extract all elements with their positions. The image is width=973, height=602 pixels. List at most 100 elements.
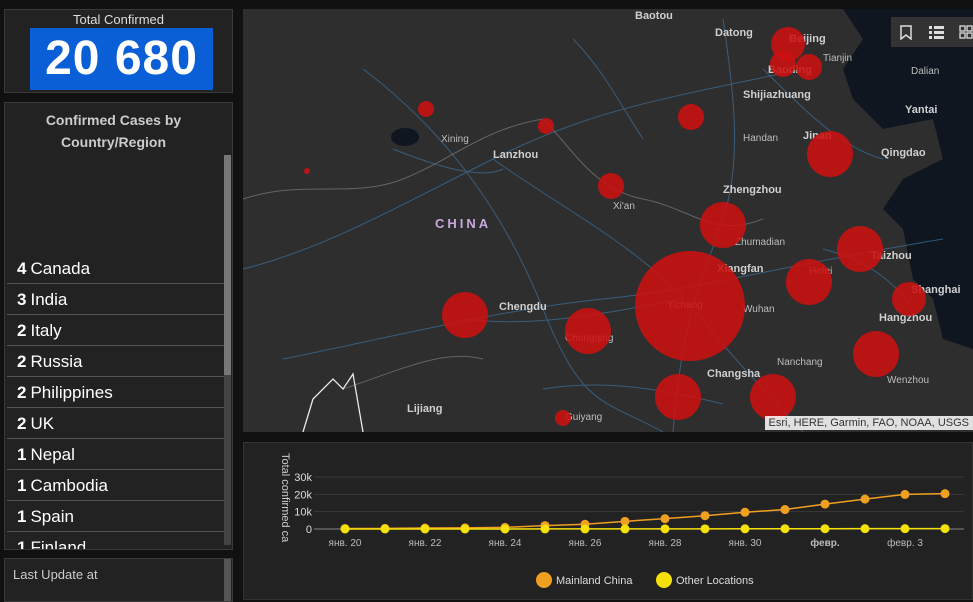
- data-point[interactable]: [941, 524, 950, 533]
- legend-marker[interactable]: [656, 572, 672, 588]
- country-row[interactable]: 2UK: [7, 408, 225, 439]
- country-name: Cambodia: [30, 476, 108, 495]
- y-tick-label: 30k: [294, 472, 312, 484]
- data-point[interactable]: [581, 524, 590, 533]
- data-point[interactable]: [821, 500, 830, 509]
- data-point[interactable]: [741, 524, 750, 533]
- cases-chart: 010k20k30kTotal confirmed caянв. 20янв. …: [244, 443, 973, 601]
- svg-text:Xi'an: Xi'an: [613, 201, 635, 212]
- data-point[interactable]: [661, 524, 670, 533]
- data-point[interactable]: [621, 524, 630, 533]
- svg-text:Nanchang: Nanchang: [777, 357, 823, 368]
- grid-icon[interactable]: [951, 17, 973, 47]
- series-line: [345, 494, 945, 529]
- data-point[interactable]: [541, 524, 550, 533]
- data-point[interactable]: [781, 505, 790, 514]
- case-circle: [565, 308, 611, 354]
- data-point[interactable]: [421, 524, 430, 533]
- country-row[interactable]: 4Canada: [7, 253, 225, 284]
- x-tick-label: янв. 26: [569, 538, 602, 549]
- x-tick-label: февр. 3: [887, 537, 923, 549]
- y-axis-label: Total confirmed ca: [279, 453, 291, 543]
- data-point[interactable]: [901, 490, 910, 499]
- cases-chart-panel: 010k20k30kTotal confirmed caянв. 20янв. …: [243, 442, 973, 600]
- data-point[interactable]: [381, 524, 390, 533]
- case-circle: [892, 282, 926, 316]
- svg-text:Wuhan: Wuhan: [743, 304, 775, 315]
- svg-text:Chengdu: Chengdu: [499, 301, 547, 313]
- last-update-label: Last Update at: [13, 567, 98, 582]
- case-circle: [678, 104, 704, 130]
- bookmark-icon[interactable]: [891, 17, 921, 47]
- case-circle: [304, 168, 310, 174]
- data-point[interactable]: [701, 524, 710, 533]
- svg-text:Yantai: Yantai: [905, 104, 937, 116]
- case-circle: [807, 131, 853, 177]
- case-circle: [700, 202, 746, 248]
- data-point[interactable]: [821, 524, 830, 533]
- country-count: 4: [17, 259, 26, 278]
- country-list-title: Confirmed Cases by Country/Region: [5, 109, 222, 153]
- country-count: 2: [17, 352, 26, 371]
- map-attribution[interactable]: Esri, HERE, Garmin, FAO, NOAA, USGS: [765, 416, 973, 430]
- country-name: Philippines: [30, 383, 112, 402]
- case-circle: [598, 173, 624, 199]
- svg-text:Lanzhou: Lanzhou: [493, 149, 538, 161]
- svg-text:Datong: Datong: [715, 27, 753, 39]
- data-point[interactable]: [661, 514, 670, 523]
- svg-text:Tianjin: Tianjin: [823, 53, 852, 64]
- data-point[interactable]: [861, 495, 870, 504]
- country-name: Russia: [30, 352, 82, 371]
- total-confirmed-title: Total Confirmed: [5, 12, 232, 27]
- country-list-title-line1: Confirmed Cases by: [46, 112, 181, 128]
- data-point[interactable]: [741, 508, 750, 517]
- country-name: India: [30, 290, 67, 309]
- x-tick-label: янв. 30: [729, 538, 762, 549]
- legend-label[interactable]: Mainland China: [556, 575, 633, 587]
- data-point[interactable]: [901, 524, 910, 533]
- data-point[interactable]: [941, 489, 950, 498]
- country-name: Spain: [30, 507, 73, 526]
- map-canvas[interactable]: Baotou Datong Beijing Baoding Shijiazhua…: [243, 9, 973, 432]
- svg-text:Changsha: Changsha: [707, 368, 761, 380]
- svg-text:Zhumadian: Zhumadian: [735, 237, 785, 248]
- total-confirmed-panel: Total Confirmed 20 680: [4, 9, 233, 93]
- svg-text:Handan: Handan: [743, 133, 778, 144]
- country-count: 1: [17, 507, 26, 526]
- svg-text:Lijiang: Lijiang: [407, 403, 442, 415]
- y-tick-label: 10k: [294, 507, 312, 519]
- country-row[interactable]: 1Nepal: [7, 439, 225, 470]
- lake: [391, 128, 419, 146]
- svg-text:Shijiazhuang: Shijiazhuang: [743, 89, 811, 101]
- data-point[interactable]: [341, 524, 350, 533]
- data-point[interactable]: [461, 524, 470, 533]
- map-view[interactable]: Baotou Datong Beijing Baoding Shijiazhua…: [243, 9, 973, 432]
- svg-text:Baotou: Baotou: [635, 10, 673, 22]
- country-row[interactable]: 1Finland: [7, 532, 225, 550]
- x-tick-label: янв. 24: [489, 538, 522, 549]
- country-count: 2: [17, 414, 26, 433]
- svg-text:Wenzhou: Wenzhou: [887, 375, 929, 386]
- country-row[interactable]: 3India: [7, 284, 225, 315]
- case-circle: [786, 259, 832, 305]
- list-scrollbar-thumb[interactable]: [224, 155, 231, 375]
- data-point[interactable]: [501, 524, 510, 533]
- x-tick-label: февр.: [810, 537, 839, 549]
- country-row[interactable]: 2Russia: [7, 346, 225, 377]
- legend-marker[interactable]: [536, 572, 552, 588]
- country-row[interactable]: 2Italy: [7, 315, 225, 346]
- country-list: 4Canada3India2Italy2Russia2Philippines2U…: [7, 253, 225, 550]
- list-icon[interactable]: [921, 17, 951, 47]
- data-point[interactable]: [701, 511, 710, 520]
- country-row[interactable]: 1Spain: [7, 501, 225, 532]
- map-toolbar: [891, 17, 973, 47]
- update-scrollbar[interactable]: [224, 559, 231, 602]
- legend-label[interactable]: Other Locations: [676, 575, 754, 587]
- country-row[interactable]: 1Cambodia: [7, 470, 225, 501]
- data-point[interactable]: [781, 524, 790, 533]
- svg-text:Xining: Xining: [441, 134, 469, 145]
- x-tick-label: янв. 22: [409, 538, 442, 549]
- country-row[interactable]: 2Philippines: [7, 377, 225, 408]
- y-tick-label: 20k: [294, 489, 312, 501]
- data-point[interactable]: [861, 524, 870, 533]
